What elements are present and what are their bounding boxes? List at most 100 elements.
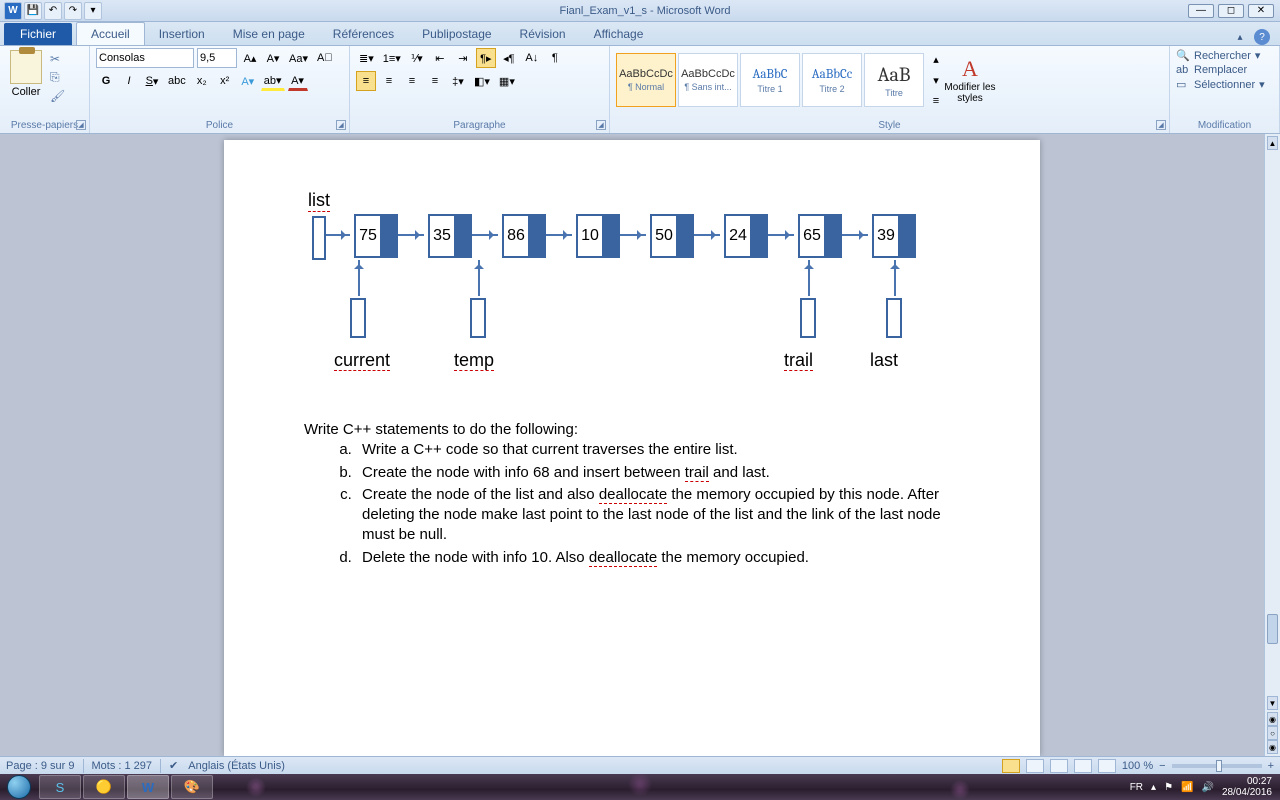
style-card[interactable]: AaBbCcDc¶ Normal — [616, 53, 676, 107]
tab-review[interactable]: Révision — [506, 23, 580, 45]
cut-icon[interactable]: ✂ — [50, 52, 65, 66]
paste-button[interactable]: Coller — [6, 48, 46, 103]
change-styles-button[interactable]: AModifier les styles — [942, 56, 998, 104]
dialog-launcher-icon[interactable]: ◢ — [336, 120, 346, 130]
tab-mailings[interactable]: Publipostage — [408, 23, 505, 45]
align-right-icon[interactable]: ≡ — [402, 71, 422, 91]
format-painter-icon[interactable]: 🖌 — [50, 89, 65, 103]
tray-flag-icon[interactable]: ⚑ — [1164, 782, 1173, 793]
find-button[interactable]: 🔍Rechercher▾ — [1176, 48, 1273, 63]
tab-home[interactable]: Accueil — [76, 22, 145, 45]
rtl-icon[interactable]: ◂¶ — [499, 48, 519, 68]
taskbar-word[interactable]: W — [127, 775, 169, 799]
font-size-combo[interactable] — [197, 48, 237, 68]
font-color-icon[interactable]: A▾ — [288, 71, 308, 91]
browse-object-icon[interactable]: ○ — [1267, 726, 1278, 740]
tab-insert[interactable]: Insertion — [145, 23, 219, 45]
taskbar-chrome[interactable]: 🟡 — [83, 775, 125, 799]
align-center-icon[interactable]: ≡ — [379, 71, 399, 91]
document-area[interactable]: list 7535861050246539 currenttemptrailla… — [0, 134, 1264, 756]
save-icon[interactable]: 💾 — [24, 2, 42, 20]
justify-icon[interactable]: ≡ — [425, 71, 445, 91]
next-page-icon[interactable]: ◉ — [1267, 740, 1278, 754]
align-left-icon[interactable]: ≡ — [356, 71, 376, 91]
style-card[interactable]: AaBTitre — [864, 53, 924, 107]
borders-icon[interactable]: ▦▾ — [496, 71, 518, 91]
fullscreen-view-icon[interactable] — [1026, 759, 1044, 773]
shrink-font-icon[interactable]: A▾ — [263, 48, 283, 68]
dialog-launcher-icon[interactable]: ◢ — [76, 120, 86, 130]
maximize-button[interactable]: ◻ — [1218, 4, 1244, 18]
vertical-scrollbar[interactable]: ▲ ▼ ◉ ○ ◉ — [1264, 134, 1280, 756]
scroll-thumb[interactable] — [1267, 614, 1278, 644]
close-button[interactable]: ✕ — [1248, 4, 1274, 18]
scroll-up-icon[interactable]: ▲ — [1267, 136, 1278, 150]
web-view-icon[interactable] — [1050, 759, 1068, 773]
proofing-icon[interactable]: ✔ — [169, 759, 178, 772]
tray-volume-icon[interactable]: 🔊 — [1201, 782, 1213, 793]
group-label-clipboard: Presse-papiers — [6, 118, 83, 133]
prompt-text: Write C++ statements to do the following… — [304, 420, 960, 568]
tab-view[interactable]: Affichage — [580, 23, 658, 45]
style-card[interactable]: AaBbCcDc¶ Sans int... — [678, 53, 738, 107]
copy-icon[interactable]: ⎘ — [50, 70, 65, 85]
prev-page-icon[interactable]: ◉ — [1267, 712, 1278, 726]
decrease-indent-icon[interactable]: ⇤ — [430, 48, 450, 68]
zoom-in-icon[interactable]: + — [1268, 760, 1274, 772]
grow-font-icon[interactable]: A▴ — [240, 48, 260, 68]
help-icon[interactable]: ? — [1254, 29, 1270, 45]
taskbar-skype[interactable]: S — [39, 775, 81, 799]
status-words[interactable]: Mots : 1 297 — [92, 760, 153, 772]
select-button[interactable]: ▭Sélectionner▾ — [1176, 77, 1273, 92]
tray-network-icon[interactable]: 📶 — [1181, 782, 1193, 793]
tray-language[interactable]: FR — [1130, 782, 1143, 793]
clear-format-icon[interactable]: A⃠ — [314, 48, 336, 68]
tab-file[interactable]: Fichier — [4, 23, 72, 45]
subscript-button[interactable]: x₂ — [192, 71, 212, 91]
zoom-level[interactable]: 100 % — [1122, 760, 1153, 772]
superscript-button[interactable]: x² — [215, 71, 235, 91]
ltr-icon[interactable]: ¶▸ — [476, 48, 496, 68]
outline-view-icon[interactable] — [1074, 759, 1092, 773]
sort-icon[interactable]: A↓ — [522, 48, 542, 68]
status-language[interactable]: Anglais (États Unis) — [188, 760, 285, 772]
bullets-icon[interactable]: ≣▾ — [356, 48, 377, 68]
zoom-slider[interactable] — [1172, 764, 1262, 768]
scroll-down-icon[interactable]: ▼ — [1267, 696, 1278, 710]
style-card[interactable]: AaBbCTitre 1 — [740, 53, 800, 107]
zoom-out-icon[interactable]: − — [1159, 760, 1165, 772]
list-node: 75 — [354, 214, 398, 258]
shading-icon[interactable]: ◧▾ — [471, 71, 493, 91]
print-layout-view-icon[interactable] — [1002, 759, 1020, 773]
tray-clock[interactable]: 00:27 28/04/2016 — [1222, 776, 1272, 798]
start-button[interactable] — [0, 774, 38, 800]
tab-references[interactable]: Références — [319, 23, 408, 45]
text-effects-icon[interactable]: A▾ — [238, 71, 258, 91]
show-marks-icon[interactable]: ¶ — [545, 48, 565, 68]
style-card[interactable]: AaBbCcTitre 2 — [802, 53, 862, 107]
line-spacing-icon[interactable]: ‡▾ — [448, 71, 468, 91]
increase-indent-icon[interactable]: ⇥ — [453, 48, 473, 68]
taskbar-paint[interactable]: 🎨 — [171, 775, 213, 799]
redo-icon[interactable]: ↷ — [64, 2, 82, 20]
underline-button[interactable]: S▾ — [142, 71, 162, 91]
tray-chevron-icon[interactable]: ▴ — [1151, 782, 1156, 793]
qat-dropdown-icon[interactable]: ▾ — [84, 2, 102, 20]
highlight-icon[interactable]: ab▾ — [261, 71, 285, 91]
italic-button[interactable]: I — [119, 71, 139, 91]
multilevel-icon[interactable]: ⅟▾ — [407, 48, 427, 68]
numbering-icon[interactable]: 1≡▾ — [380, 48, 404, 68]
dialog-launcher-icon[interactable]: ◢ — [596, 120, 606, 130]
status-page[interactable]: Page : 9 sur 9 — [6, 760, 75, 772]
change-case-icon[interactable]: Aa▾ — [286, 48, 311, 68]
minimize-ribbon-icon[interactable]: ▴ — [1232, 29, 1248, 45]
undo-icon[interactable]: ↶ — [44, 2, 62, 20]
strike-button[interactable]: abc — [165, 71, 189, 91]
minimize-button[interactable]: — — [1188, 4, 1214, 18]
draft-view-icon[interactable] — [1098, 759, 1116, 773]
replace-button[interactable]: abRemplacer — [1176, 63, 1273, 77]
font-name-combo[interactable] — [96, 48, 194, 68]
dialog-launcher-icon[interactable]: ◢ — [1156, 120, 1166, 130]
bold-button[interactable]: G — [96, 71, 116, 91]
tab-layout[interactable]: Mise en page — [219, 23, 319, 45]
